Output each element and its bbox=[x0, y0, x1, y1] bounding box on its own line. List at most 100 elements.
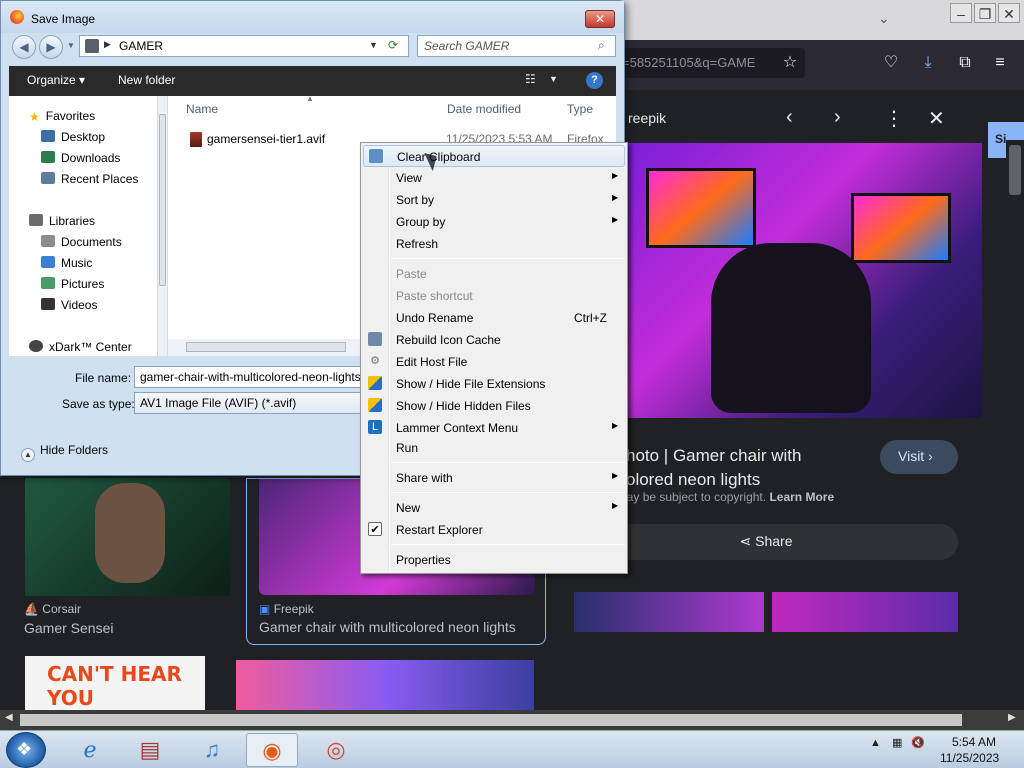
more-options-icon[interactable]: ⋮ bbox=[884, 106, 904, 131]
address-bar[interactable]: ▶ GAMER ▼ ⟳ bbox=[79, 35, 409, 57]
preview-image[interactable] bbox=[626, 143, 982, 418]
column-header-date[interactable]: Date modified bbox=[447, 102, 521, 116]
tab-list-icon[interactable]: ⌄ bbox=[878, 10, 890, 27]
nav-favorites[interactable]: ★ Favorites bbox=[29, 109, 95, 127]
scroll-thumb[interactable] bbox=[20, 714, 962, 726]
menu-item-clear-clipboard[interactable]: Clear Clipboard bbox=[363, 145, 625, 167]
recent-locations-icon[interactable]: ▼ bbox=[67, 41, 75, 50]
clock-time[interactable]: 5:54 AM bbox=[952, 735, 996, 749]
share-button[interactable]: ⋖ Share bbox=[574, 524, 958, 560]
previous-icon[interactable]: ‹ bbox=[786, 106, 793, 129]
related-image-1[interactable] bbox=[574, 592, 764, 632]
extensions-icon[interactable]: ⧉ bbox=[954, 52, 976, 74]
menu-item-rebuild-icon-cache[interactable]: Rebuild Icon Cache bbox=[363, 329, 625, 351]
winrar-icon[interactable]: ▤ bbox=[124, 733, 176, 767]
menu-icon[interactable]: ≡ bbox=[989, 52, 1011, 74]
pocket-icon[interactable]: ♡ bbox=[880, 52, 902, 74]
menu-item-refresh[interactable]: Refresh bbox=[363, 233, 625, 255]
itunes-icon[interactable]: ♫ bbox=[186, 733, 238, 767]
bookmark-star-icon[interactable]: ☆ bbox=[779, 52, 801, 74]
breadcrumb-gamer[interactable]: GAMER bbox=[119, 39, 163, 53]
forward-icon[interactable]: ▶ bbox=[39, 35, 63, 59]
dialog-titlebar[interactable]: Save Image ✕ bbox=[1, 1, 624, 33]
minimize-icon[interactable]: – bbox=[950, 3, 972, 23]
help-icon[interactable]: ? bbox=[586, 72, 603, 89]
views-dropdown-icon[interactable]: ▼ bbox=[549, 74, 558, 84]
scroll-thumb[interactable] bbox=[1009, 145, 1021, 195]
result-image-gamer-sensei[interactable] bbox=[25, 478, 230, 596]
nav-documents[interactable]: Documents bbox=[41, 235, 122, 253]
next-icon[interactable]: › bbox=[834, 106, 841, 129]
menu-label: Show / Hide Hidden Files bbox=[396, 399, 531, 413]
show-hidden-icons-icon[interactable]: ▲ bbox=[870, 737, 881, 749]
nav-scrollbar[interactable] bbox=[157, 96, 167, 356]
search-icon[interactable]: ⌕ bbox=[598, 38, 605, 53]
nav-pictures[interactable]: Pictures bbox=[41, 277, 104, 295]
new-folder-button[interactable]: New folder bbox=[118, 73, 175, 87]
breadcrumb-arrow-icon[interactable]: ▶ bbox=[104, 39, 111, 50]
menu-item-show-hide-extensions[interactable]: Show / Hide File Extensions bbox=[363, 373, 625, 395]
back-icon[interactable]: ◀ bbox=[12, 35, 36, 59]
file-name-field[interactable]: gamer-chair-with-multicolored-neon-light… bbox=[134, 366, 366, 388]
clock-date[interactable]: 11/25/2023 bbox=[940, 751, 999, 765]
close-preview-icon[interactable]: ✕ bbox=[928, 106, 945, 131]
learn-more-link[interactable]: Learn More bbox=[769, 490, 834, 504]
menu-item-restart-explorer[interactable]: ✔ Restart Explorer bbox=[363, 519, 625, 541]
nav-videos[interactable]: Videos bbox=[41, 298, 97, 316]
nav-downloads[interactable]: Downloads bbox=[41, 151, 120, 169]
related-image-2[interactable] bbox=[772, 592, 958, 632]
result-image-cant-hear-you[interactable]: CAN'T HEAR YOU bbox=[25, 656, 205, 714]
hide-folders-label: Hide Folders bbox=[40, 443, 109, 457]
menu-label: View bbox=[396, 171, 422, 185]
horizontal-scrollbar[interactable]: ◀ ▶ bbox=[0, 710, 1024, 730]
hide-folders-button[interactable]: ▲ Hide Folders bbox=[21, 443, 108, 462]
menu-item-edit-host-file[interactable]: ⚙ Edit Host File bbox=[363, 351, 625, 373]
nav-xdark-center[interactable]: xDark™ Center bbox=[29, 340, 132, 358]
views-icon[interactable]: ☷ bbox=[525, 72, 536, 86]
menu-item-sort-by[interactable]: Sort by ▶ bbox=[363, 189, 625, 211]
scroll-left-icon[interactable]: ◀ bbox=[5, 712, 13, 723]
menu-item-undo-rename[interactable]: Undo Rename Ctrl+Z bbox=[363, 307, 625, 329]
scroll-thumb[interactable] bbox=[186, 342, 346, 352]
close-window-icon[interactable]: ✕ bbox=[998, 3, 1020, 23]
menu-item-group-by[interactable]: Group by ▶ bbox=[363, 211, 625, 233]
column-header-name[interactable]: Name bbox=[186, 102, 218, 116]
result-title[interactable]: Gamer Sensei bbox=[24, 620, 113, 636]
nav-music[interactable]: Music bbox=[41, 256, 92, 274]
menu-item-properties[interactable]: Properties bbox=[363, 549, 625, 571]
download-icon[interactable]: ⤓ bbox=[917, 52, 939, 74]
nav-desktop[interactable]: Desktop bbox=[41, 130, 105, 148]
file-list-scrollbar[interactable] bbox=[168, 339, 368, 356]
result-title[interactable]: Gamer chair with multicolored neon light… bbox=[259, 619, 516, 635]
menu-item-show-hide-hidden[interactable]: Show / Hide Hidden Files bbox=[363, 395, 625, 417]
volume-muted-icon[interactable]: 🔇 bbox=[911, 737, 925, 749]
network-icon[interactable]: ▦ bbox=[892, 737, 902, 749]
organize-label: Organize bbox=[27, 73, 76, 87]
save-type-select[interactable]: AV1 Image File (AVIF) (*.avif) bbox=[134, 392, 366, 414]
search-input[interactable]: Search GAMER ⌕ bbox=[417, 35, 616, 57]
menu-item-new[interactable]: New ▶ bbox=[363, 497, 625, 519]
scroll-thumb[interactable] bbox=[159, 114, 166, 286]
organize-button[interactable]: Organize ▾ bbox=[27, 73, 85, 87]
visit-button[interactable]: Visit › bbox=[880, 440, 958, 474]
refresh-icon[interactable]: ⟳ bbox=[388, 38, 398, 52]
menu-item-view[interactable]: View ▶ bbox=[363, 167, 625, 189]
close-icon[interactable]: ✕ bbox=[585, 10, 615, 28]
menu-item-lammer-context-menu[interactable]: L Lammer Context Menu ▶ bbox=[363, 417, 625, 439]
preview-source[interactable]: reepik bbox=[628, 110, 666, 126]
start-button[interactable]: ❖ bbox=[6, 732, 46, 768]
address-dropdown-icon[interactable]: ▼ bbox=[369, 40, 378, 50]
scroll-right-icon[interactable]: ▶ bbox=[1008, 712, 1016, 723]
internet-explorer-icon[interactable]: ℯ bbox=[64, 733, 116, 767]
restore-icon[interactable]: ❐ bbox=[974, 3, 996, 23]
chrome-icon[interactable]: ◎ bbox=[310, 733, 362, 767]
column-header-type[interactable]: Type bbox=[567, 102, 593, 116]
result-image-neon[interactable] bbox=[236, 660, 534, 714]
page-scrollbar[interactable] bbox=[1006, 140, 1024, 710]
nav-libraries[interactable]: Libraries bbox=[29, 214, 95, 232]
url-bar[interactable]: =585251105&q=GAME bbox=[600, 48, 805, 78]
menu-item-share-with[interactable]: Share with ▶ bbox=[363, 467, 625, 489]
firefox-taskbar-icon[interactable]: ◉ bbox=[246, 733, 298, 767]
nav-recent-places[interactable]: Recent Places bbox=[41, 172, 138, 190]
menu-item-run[interactable]: Run bbox=[363, 437, 625, 459]
